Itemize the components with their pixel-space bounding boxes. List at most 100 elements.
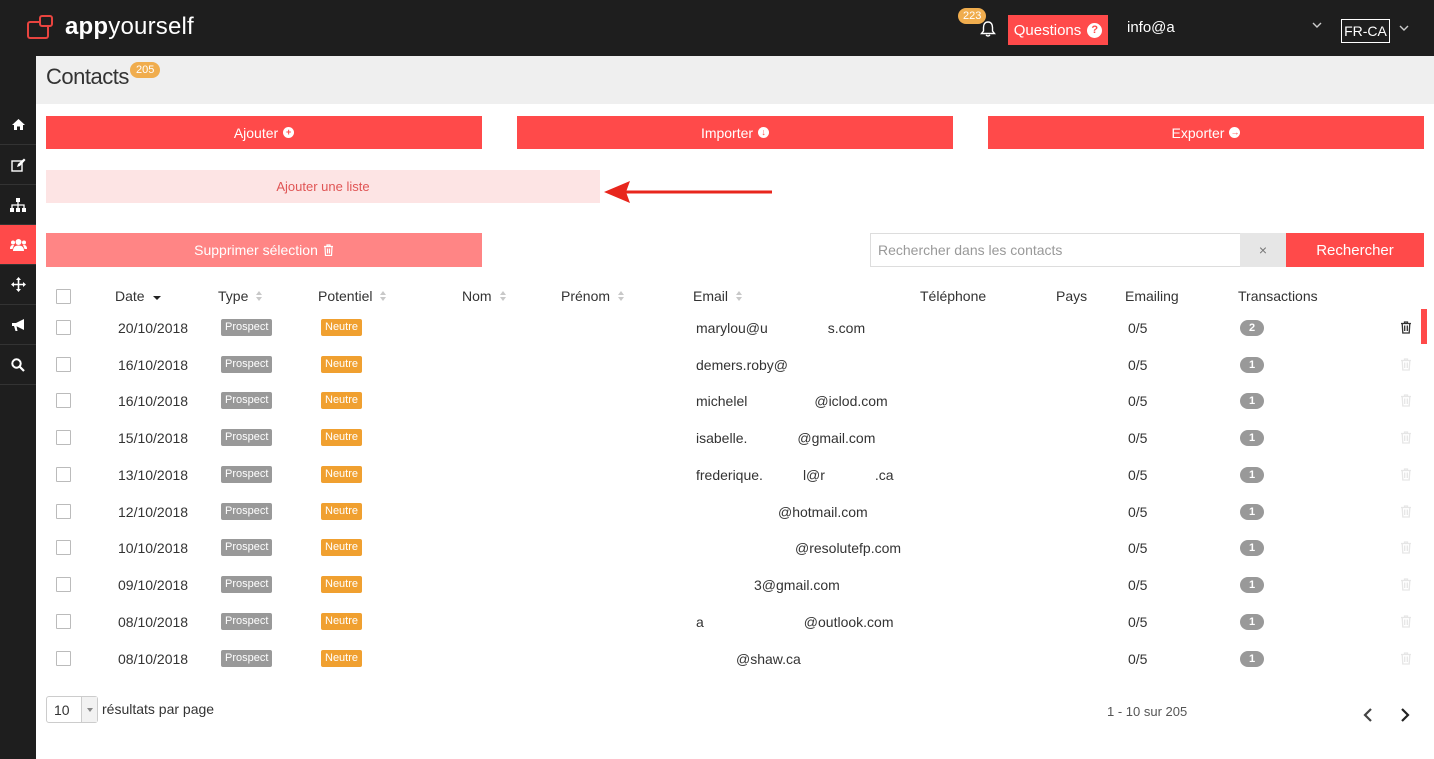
row-email[interactable]: a @outlook.com bbox=[696, 603, 894, 640]
potentiel-badge: Neutre bbox=[321, 392, 363, 409]
import-button[interactable]: Importer ↓ bbox=[517, 116, 953, 149]
delete-selection-button[interactable]: Supprimer sélection bbox=[46, 233, 482, 267]
row-email[interactable]: isabelle. @gmail.com bbox=[696, 419, 875, 456]
row-email[interactable]: @hotmail.com bbox=[696, 493, 868, 530]
row-email[interactable]: michelel @iclod.com bbox=[696, 382, 888, 419]
trash-icon bbox=[1401, 652, 1411, 665]
table-row[interactable]: 08/10/2018 Prospect Neutre a @outlook.com… bbox=[36, 603, 1434, 640]
row-delete-button[interactable] bbox=[1400, 493, 1412, 530]
table-row[interactable]: 16/10/2018 Prospect Neutre demers.roby@ … bbox=[36, 346, 1434, 383]
potentiel-badge: Neutre bbox=[321, 576, 363, 593]
row-checkbox[interactable] bbox=[56, 393, 71, 408]
transactions-count-badge[interactable]: 1 bbox=[1240, 613, 1265, 630]
search-clear-button[interactable]: × bbox=[1240, 233, 1286, 267]
previous-page-chevron-left-icon[interactable] bbox=[1360, 706, 1376, 724]
type-badge: Prospect bbox=[221, 429, 273, 446]
add-list-button[interactable]: Ajouter une liste bbox=[46, 170, 600, 203]
email-segment: s.com bbox=[827, 319, 866, 336]
table-row[interactable]: 15/10/2018 Prospect Neutre isabelle. @gma… bbox=[36, 419, 1434, 456]
logo-mark-icon bbox=[27, 13, 57, 41]
row-email[interactable]: @shaw.ca bbox=[696, 640, 801, 677]
row-delete-button[interactable] bbox=[1400, 346, 1412, 383]
row-delete-button[interactable] bbox=[1400, 382, 1412, 419]
row-delete-button[interactable] bbox=[1400, 566, 1412, 603]
row-checkbox[interactable] bbox=[56, 430, 71, 445]
potentiel-badge: Neutre bbox=[321, 613, 363, 630]
table-row[interactable]: 09/10/2018 Prospect Neutre 3@gmail.com 0… bbox=[36, 566, 1434, 603]
transactions-count-badge[interactable]: 1 bbox=[1240, 539, 1265, 556]
row-checkbox[interactable] bbox=[56, 357, 71, 372]
column-header-type[interactable]: Type bbox=[218, 288, 263, 304]
user-menu-chevron-down-icon[interactable] bbox=[1312, 22, 1322, 29]
contacts-search-input[interactable] bbox=[870, 233, 1241, 267]
table-row[interactable]: 10/10/2018 Prospect Neutre @resolutefp.c… bbox=[36, 529, 1434, 566]
row-delete-button[interactable] bbox=[1400, 456, 1412, 493]
table-row[interactable]: 20/10/2018 Prospect Neutre marylou@u s.co… bbox=[36, 309, 1434, 346]
row-email[interactable]: frederique. l@r .ca bbox=[696, 456, 894, 493]
row-delete-button[interactable] bbox=[1400, 640, 1412, 677]
potentiel-badge: Neutre bbox=[321, 503, 363, 520]
row-email[interactable]: demers.roby@ bbox=[696, 346, 788, 383]
sidebar-item-search[interactable] bbox=[0, 345, 36, 385]
page-size-select[interactable]: 10 bbox=[46, 696, 98, 723]
sidebar-item-campaigns[interactable] bbox=[0, 305, 36, 345]
add-contact-button[interactable]: Ajouter + bbox=[46, 116, 482, 149]
row-checkbox[interactable] bbox=[56, 540, 71, 555]
email-segment: a bbox=[696, 613, 704, 630]
row-delete-button[interactable] bbox=[1400, 309, 1412, 346]
trash-icon bbox=[1401, 358, 1411, 371]
row-checkbox[interactable] bbox=[56, 614, 71, 629]
search-button[interactable]: Rechercher bbox=[1286, 233, 1424, 267]
column-label-prenom: Prénom bbox=[561, 288, 611, 304]
table-row[interactable]: 16/10/2018 Prospect Neutre michelel @iclo… bbox=[36, 382, 1434, 419]
row-emailing: 0/5 bbox=[1128, 650, 1148, 667]
row-delete-button[interactable] bbox=[1400, 529, 1412, 566]
row-checkbox[interactable] bbox=[56, 467, 71, 482]
transactions-count-badge[interactable]: 1 bbox=[1240, 356, 1265, 373]
transactions-count-badge[interactable]: 1 bbox=[1240, 466, 1265, 483]
transactions-count-badge[interactable]: 1 bbox=[1240, 650, 1265, 667]
app-logo[interactable]: appyourself bbox=[27, 13, 194, 41]
sidebar-item-structure[interactable] bbox=[0, 185, 36, 225]
sidebar-item-edit[interactable] bbox=[0, 145, 36, 185]
table-row[interactable]: 08/10/2018 Prospect Neutre @shaw.ca 0/5 … bbox=[36, 640, 1434, 677]
row-email[interactable]: 3@gmail.com bbox=[696, 566, 840, 603]
column-header-email[interactable]: Email bbox=[693, 288, 743, 304]
row-email[interactable]: marylou@u s.com bbox=[696, 309, 865, 346]
sidebar-item-home[interactable] bbox=[0, 105, 36, 145]
language-selector[interactable]: FR-CA bbox=[1341, 19, 1390, 43]
questions-button[interactable]: Questions ? bbox=[1008, 15, 1108, 45]
next-page-chevron-right-icon[interactable] bbox=[1397, 706, 1413, 724]
potentiel-badge: Neutre bbox=[321, 466, 363, 483]
table-row[interactable]: 13/10/2018 Prospect Neutre frederique. l@… bbox=[36, 456, 1434, 493]
transactions-count-badge[interactable]: 1 bbox=[1240, 503, 1265, 520]
column-header-nom[interactable]: Nom bbox=[462, 288, 507, 304]
sidebar-item-move[interactable] bbox=[0, 265, 36, 305]
sidebar-item-contacts[interactable] bbox=[0, 225, 36, 265]
potentiel-badge: Neutre bbox=[321, 650, 363, 667]
row-email[interactable]: @resolutefp.com bbox=[696, 529, 901, 566]
column-header-potentiel[interactable]: Potentiel bbox=[318, 288, 387, 304]
row-checkbox[interactable] bbox=[56, 577, 71, 592]
table-row[interactable]: 12/10/2018 Prospect Neutre @hotmail.com … bbox=[36, 493, 1434, 530]
select-all-checkbox[interactable] bbox=[56, 289, 71, 304]
row-checkbox[interactable] bbox=[56, 651, 71, 666]
row-checkbox[interactable] bbox=[56, 504, 71, 519]
sort-icon bbox=[380, 291, 387, 301]
row-checkbox[interactable] bbox=[56, 320, 71, 335]
export-button[interactable]: Exporter → bbox=[988, 116, 1424, 149]
row-delete-button[interactable] bbox=[1400, 603, 1412, 640]
column-header-date[interactable]: Date bbox=[115, 288, 161, 304]
potentiel-badge: Neutre bbox=[321, 356, 363, 373]
transactions-count-badge[interactable]: 1 bbox=[1240, 576, 1265, 593]
row-emailing: 0/5 bbox=[1128, 429, 1148, 446]
column-header-prenom[interactable]: Prénom bbox=[561, 288, 625, 304]
add-contact-label: Ajouter bbox=[233, 124, 279, 141]
language-chevron-down-icon[interactable] bbox=[1399, 25, 1409, 32]
sort-icon bbox=[499, 291, 507, 301]
transactions-count-badge[interactable]: 1 bbox=[1240, 429, 1265, 446]
transactions-count-badge[interactable]: 2 bbox=[1240, 319, 1265, 336]
user-menu[interactable]: info@a bbox=[1127, 19, 1175, 36]
transactions-count-badge[interactable]: 1 bbox=[1240, 392, 1265, 409]
row-delete-button[interactable] bbox=[1400, 419, 1412, 456]
